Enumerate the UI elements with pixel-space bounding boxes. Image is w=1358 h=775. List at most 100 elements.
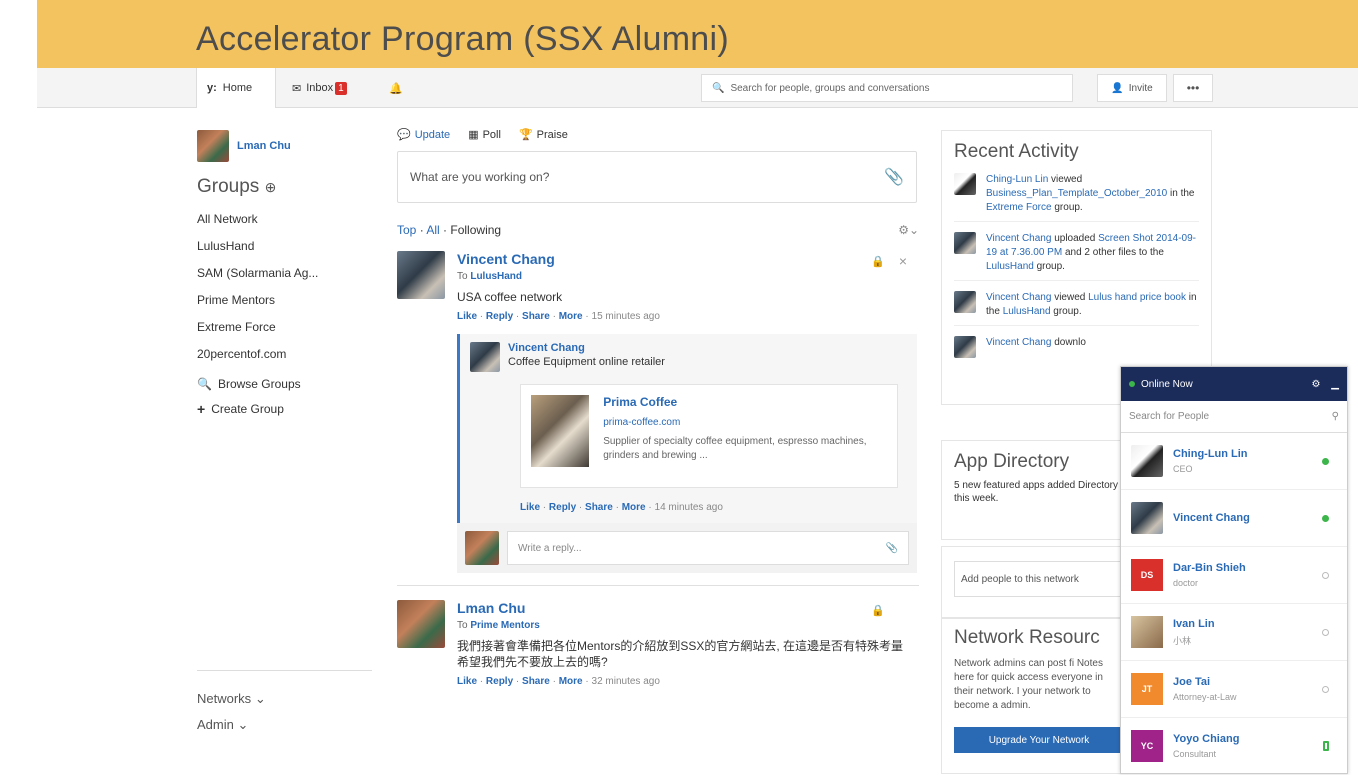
user-name-link[interactable]: Lman Chu [237, 140, 291, 152]
online-now-header[interactable]: Online Now ⚙ ▁ [1121, 367, 1347, 401]
share-link[interactable]: Share [522, 311, 550, 322]
like-link[interactable]: Like [520, 502, 540, 513]
activity-avatar[interactable] [954, 336, 976, 358]
online-person[interactable]: Vincent Chang [1121, 490, 1347, 547]
reply-sender[interactable]: Vincent Chang [508, 342, 665, 354]
tab-home[interactable]: y: Home [196, 68, 276, 108]
tab-inbox[interactable]: ✉ Inbox 1 [282, 68, 370, 108]
recipient-group-link[interactable]: LulusHand [470, 271, 522, 282]
activity-object[interactable]: Lulus hand price book [1088, 292, 1186, 303]
tab-praise[interactable]: 🏆 Praise [519, 128, 568, 142]
activity-group[interactable]: Extreme Force [986, 202, 1052, 213]
group-item[interactable]: All Network [197, 212, 377, 226]
browse-groups-link[interactable]: 🔍 Browse Groups [197, 377, 377, 391]
activity-actor[interactable]: Vincent Chang [986, 337, 1051, 348]
activity-actor[interactable]: Vincent Chang [986, 292, 1051, 303]
gear-icon[interactable]: ⚙⌄ [898, 223, 919, 237]
close-icon[interactable]: × [899, 253, 907, 269]
more-link[interactable]: More [559, 676, 583, 687]
like-link[interactable]: Like [457, 311, 477, 322]
upgrade-network-button[interactable]: Upgrade Your Network [954, 727, 1124, 753]
group-item[interactable]: SAM (Solarmania Ag... [197, 266, 377, 280]
activity-avatar[interactable] [954, 291, 976, 313]
lock-icon: 🔒 [871, 256, 885, 268]
sender-name[interactable]: Vincent Chang [457, 251, 660, 267]
reply-input[interactable]: Write a reply... 📎 [507, 531, 909, 565]
groups-heading-label: Groups [197, 176, 260, 197]
tab-home-label: Home [222, 82, 253, 94]
message-body: USA coffee network [457, 290, 563, 304]
activity-item: Vincent Chang downlo [954, 336, 1199, 364]
reply-link[interactable]: Reply [486, 676, 513, 687]
group-item[interactable]: Extreme Force [197, 320, 377, 334]
minimize-icon[interactable]: ▁ [1331, 379, 1339, 390]
current-user[interactable]: Lman Chu [197, 130, 377, 162]
reply-link[interactable]: Reply [549, 502, 576, 513]
group-item[interactable]: 20percentof.com [197, 347, 377, 361]
activity-group[interactable]: LulusHand [1003, 306, 1051, 317]
search-input[interactable]: 🔍 Search for people, groups and conversa… [701, 74, 1073, 102]
networks-menu[interactable]: Networks ⌄ [197, 691, 372, 707]
activity-avatar[interactable] [954, 232, 976, 254]
message-actions: Like · Reply · Share · More · 15 minutes… [457, 311, 660, 322]
reply-link[interactable]: Reply [486, 311, 513, 322]
top-nav: y: Home ✉ Inbox 1 🔔 🔍 Search for people,… [37, 68, 1358, 108]
paperclip-icon[interactable]: 📎 [884, 167, 904, 187]
tab-poll[interactable]: ▦ Poll [468, 128, 501, 142]
poll-icon: ▦ [468, 129, 479, 141]
user-avatar [197, 130, 229, 162]
chevron-down-icon: ⌄ [237, 717, 249, 732]
offline-status-icon [1322, 572, 1329, 579]
more-options-button[interactable]: ••• [1173, 74, 1213, 102]
sender-avatar[interactable] [397, 251, 445, 299]
activity-group[interactable]: LulusHand [986, 261, 1034, 272]
group-item[interactable]: Prime Mentors [197, 293, 377, 307]
people-search-input[interactable]: Search for People ⚲ [1121, 401, 1347, 433]
gear-icon[interactable]: ⚙ [1312, 379, 1321, 390]
app-directory-text: 5 new featured apps added Directory this… [954, 480, 1118, 504]
online-person[interactable]: Ivan Lin 小林 [1121, 604, 1347, 661]
publisher-input[interactable]: What are you working on? 📎 [397, 151, 917, 203]
sender-avatar[interactable] [397, 600, 445, 648]
add-group-circle-icon[interactable]: ⊕ [265, 179, 277, 195]
recent-activity-panel: Recent Activity Ching-Lun Lin viewed Bus… [941, 130, 1212, 405]
link-preview-card[interactable]: Prima Coffee prima-coffee.com Supplier o… [520, 384, 898, 488]
search-icon: ⚲ [1331, 411, 1339, 422]
reply-avatar[interactable] [470, 342, 500, 372]
add-people-input[interactable]: Add people to this network [954, 561, 1124, 597]
filter-all[interactable]: All [426, 223, 439, 237]
person-initials-avatar: DS [1131, 559, 1163, 591]
invite-button[interactable]: 👤 Invite [1097, 74, 1167, 102]
filter-following[interactable]: Following [450, 223, 501, 237]
recipient-group-link[interactable]: Prime Mentors [470, 620, 539, 631]
more-link[interactable]: More [559, 311, 583, 322]
sender-name[interactable]: Lman Chu [457, 600, 907, 616]
share-link[interactable]: Share [585, 502, 613, 513]
card-title[interactable]: Prima Coffee [603, 395, 887, 409]
share-link[interactable]: Share [522, 676, 550, 687]
paperclip-icon[interactable]: 📎 [886, 543, 898, 554]
activity-text: and 2 other files to the [1064, 247, 1164, 258]
activity-actor[interactable]: Vincent Chang [986, 233, 1051, 244]
online-person[interactable]: Ching-Lun Lin CEO [1121, 433, 1347, 490]
card-url[interactable]: prima-coffee.com [603, 417, 887, 428]
activity-avatar[interactable] [954, 173, 976, 195]
search-icon: 🔍 [712, 82, 725, 94]
filter-top[interactable]: Top [397, 223, 416, 237]
current-user-avatar [465, 531, 499, 565]
like-link[interactable]: Like [457, 676, 477, 687]
online-person[interactable]: DS Dar-Bin Shieh doctor [1121, 547, 1347, 604]
online-person[interactable]: YC Yoyo Chiang Consultant [1121, 718, 1347, 775]
activity-actor[interactable]: Ching-Lun Lin [986, 174, 1048, 185]
tab-update[interactable]: 💬 Update [397, 128, 450, 142]
person-role: doctor [1173, 578, 1199, 588]
notifications-bell-icon[interactable]: 🔔 [389, 68, 403, 108]
activity-object[interactable]: Business_Plan_Template_October_2010 [986, 188, 1167, 199]
create-group-link[interactable]: + Create Group [197, 401, 377, 417]
group-item[interactable]: LulusHand [197, 239, 377, 253]
activity-verb: uploaded [1054, 233, 1096, 244]
search-icon: 🔍 [197, 377, 212, 391]
online-person[interactable]: JT Joe Tai Attorney-at-Law [1121, 661, 1347, 718]
admin-menu[interactable]: Admin ⌄ [197, 717, 372, 733]
more-link[interactable]: More [622, 502, 646, 513]
